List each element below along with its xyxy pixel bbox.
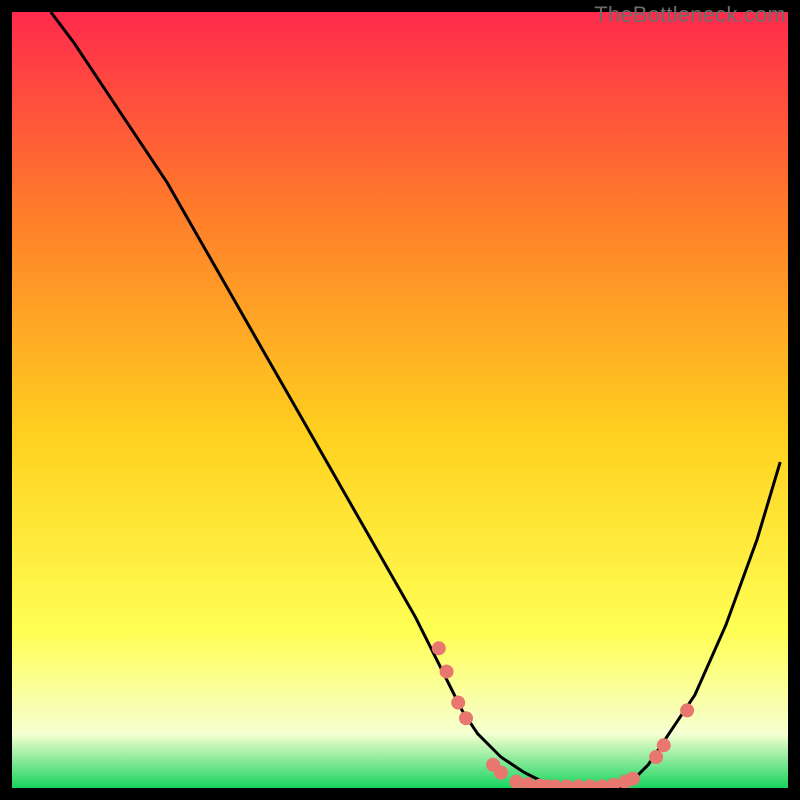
bottleneck-chart [12, 12, 788, 788]
data-point [440, 665, 454, 679]
data-point [459, 711, 473, 725]
watermark-text: TheBottleneck.com [594, 2, 786, 28]
data-point [451, 696, 465, 710]
gradient-background [12, 12, 788, 788]
data-point [649, 750, 663, 764]
data-point [494, 766, 508, 780]
data-point [657, 738, 671, 752]
data-point [626, 772, 640, 786]
data-point [432, 641, 446, 655]
data-point [680, 703, 694, 717]
